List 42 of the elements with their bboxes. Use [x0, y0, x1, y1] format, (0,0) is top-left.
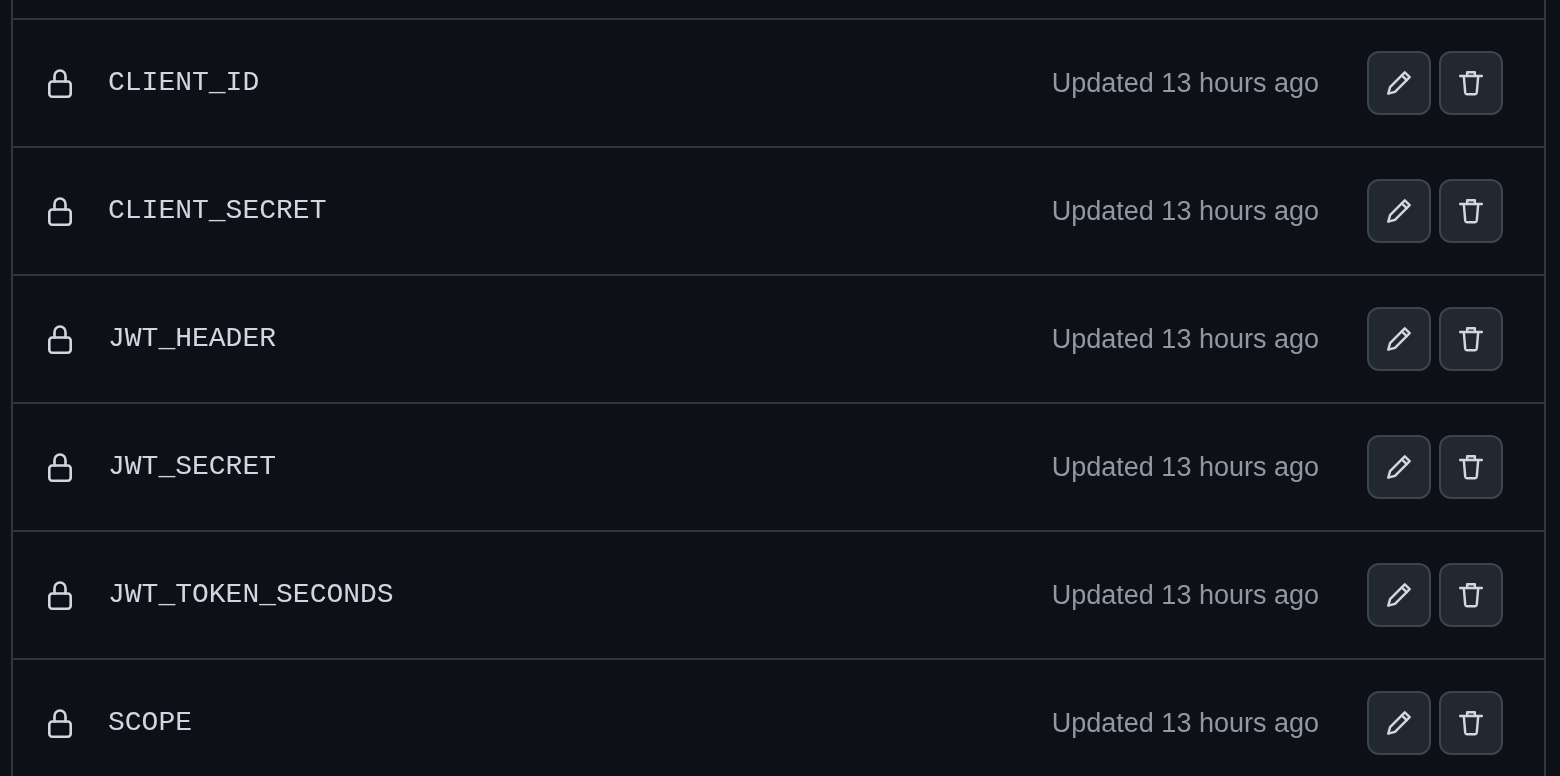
secret-name: JWT_TOKEN_SECONDS [108, 578, 394, 612]
updated-time: Updated 13 hours ago [1051, 66, 1319, 100]
delete-button[interactable] [1439, 563, 1503, 627]
secret-name: JWT_SECRET [108, 450, 277, 484]
lock-icon [48, 68, 72, 98]
secret-name: SCOPE [108, 706, 192, 740]
lock-icon [48, 708, 72, 738]
edit-button[interactable] [1367, 691, 1431, 755]
pencil-icon [1385, 197, 1413, 225]
trash-icon [1457, 325, 1485, 353]
delete-button[interactable] [1439, 51, 1503, 115]
edit-button[interactable] [1367, 435, 1431, 499]
pencil-icon [1385, 709, 1413, 737]
secret-name: CLIENT_ID [108, 66, 260, 100]
delete-button[interactable] [1439, 435, 1503, 499]
edit-button[interactable] [1367, 51, 1431, 115]
updated-time: Updated 13 hours ago [1051, 194, 1319, 228]
edit-button[interactable] [1367, 563, 1431, 627]
secret-name: JWT_HEADER [108, 322, 277, 356]
edit-button[interactable] [1367, 307, 1431, 371]
updated-time: Updated 13 hours ago [1051, 450, 1319, 484]
updated-time: Updated 13 hours ago [1051, 706, 1319, 740]
delete-button[interactable] [1439, 179, 1503, 243]
lock-icon [48, 580, 72, 610]
trash-icon [1457, 709, 1485, 737]
lock-icon [48, 452, 72, 482]
lock-icon [48, 196, 72, 226]
updated-time: Updated 13 hours ago [1051, 578, 1319, 612]
edit-button[interactable] [1367, 179, 1431, 243]
pencil-icon [1385, 453, 1413, 481]
trash-icon [1457, 453, 1485, 481]
pencil-icon [1385, 69, 1413, 97]
delete-button[interactable] [1439, 307, 1503, 371]
secret-name: CLIENT_SECRET [108, 194, 327, 228]
pencil-icon [1385, 325, 1413, 353]
trash-icon [1457, 197, 1485, 225]
trash-icon [1457, 581, 1485, 609]
updated-time: Updated 13 hours ago [1051, 322, 1319, 356]
lock-icon [48, 324, 72, 354]
delete-button[interactable] [1439, 691, 1503, 755]
pencil-icon [1385, 581, 1413, 609]
trash-icon [1457, 69, 1485, 97]
